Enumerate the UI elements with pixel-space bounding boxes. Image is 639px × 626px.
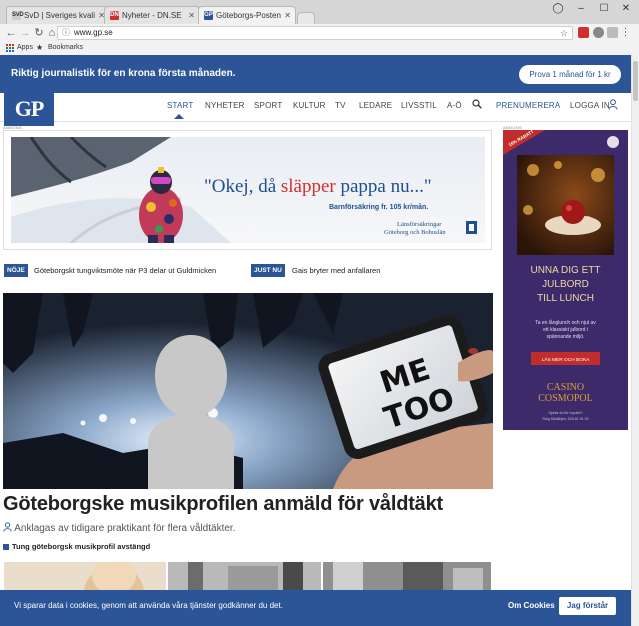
ad-brand-line2: Göteborg och Bohuslän bbox=[384, 229, 446, 236]
cookie-message: Vi sparar data i cookies, genom att anvä… bbox=[14, 601, 283, 610]
cookie-info-link[interactable]: Om Cookies bbox=[508, 601, 555, 610]
article-thumbnail[interactable] bbox=[4, 562, 166, 590]
author-icon bbox=[3, 522, 12, 532]
ad-title-line1: UNNA DIG ETT bbox=[530, 265, 600, 276]
casino-advertisement[interactable]: 15% RABATT UNNA DIG ETT JULBORD TILL LUN… bbox=[503, 130, 628, 430]
ad-brand-line1: Länsförsäkringar bbox=[397, 221, 442, 228]
tab-title: SvD | Sveriges kvalitets bbox=[24, 11, 95, 20]
hero-image[interactable]: ME TOO bbox=[3, 293, 493, 489]
ticker-headline-2[interactable]: Gais bryter med anfallaren bbox=[292, 264, 380, 277]
user-icon[interactable] bbox=[608, 99, 618, 110]
ad-title-line3: TILL LUNCH bbox=[537, 293, 594, 304]
tab-dn[interactable]: DN Nyheter - DN.SE ✕ bbox=[104, 6, 200, 24]
nav-sport[interactable]: SPORT bbox=[254, 101, 282, 110]
bookmarks-bar: Apps ★ Bookmarks bbox=[0, 42, 639, 56]
insurance-ad-image[interactable]: "Okej, då släpper pappa nu..." Barnförsä… bbox=[11, 137, 485, 243]
window-close-icon[interactable]: ✕ bbox=[615, 2, 637, 16]
tab-title: Göteborgs-Posten bbox=[216, 11, 281, 20]
bookmark-star-icon[interactable]: ☆ bbox=[560, 27, 568, 39]
active-nav-indicator bbox=[174, 114, 184, 119]
browser-tab-strip: SvD SvD | Sveriges kvalitets ✕ DN Nyhete… bbox=[0, 0, 639, 24]
article-thumbnail[interactable] bbox=[168, 562, 321, 590]
scrollbar-thumb[interactable] bbox=[633, 61, 638, 101]
apps-link[interactable]: Apps bbox=[17, 44, 33, 51]
nav-tv[interactable]: TV bbox=[335, 101, 346, 110]
promo-text: Riktig journalistik för en krona första … bbox=[11, 68, 236, 79]
promo-trial-button[interactable]: Prova 1 månad för 1 kr bbox=[519, 65, 621, 84]
extension-light-icon[interactable] bbox=[607, 27, 618, 38]
subheadline: Anklagas av tidigare praktikant för fler… bbox=[3, 522, 235, 534]
nav-ledare[interactable]: LEDARE bbox=[359, 101, 392, 110]
minimize-icon[interactable]: – bbox=[570, 2, 592, 16]
ad-headline: "Okej, då släpper pappa nu..." bbox=[204, 176, 432, 197]
forward-icon[interactable]: → bbox=[18, 26, 32, 40]
news-badge-just-nu: JUST NU bbox=[251, 264, 285, 277]
nav-start[interactable]: START bbox=[167, 101, 193, 110]
page-scrollbar[interactable] bbox=[631, 55, 639, 626]
extension-red-icon[interactable] bbox=[578, 27, 589, 38]
address-bar[interactable]: ⓘ www.gp.se ☆ bbox=[57, 26, 573, 40]
cookie-accept-button[interactable]: Jag förstår bbox=[559, 597, 616, 615]
search-icon[interactable] bbox=[472, 99, 482, 109]
main-headline[interactable]: Göteborgske musikprofilen anmäld för vål… bbox=[3, 493, 483, 516]
bookmarks-star-icon: ★ bbox=[36, 43, 44, 52]
nav-livsstil[interactable]: LIVSSTIL bbox=[401, 101, 437, 110]
ad-subline: Barnförsäkring fr. 105 kr/mån. bbox=[329, 203, 428, 211]
tab-gp[interactable]: GP Göteborgs-Posten ✕ bbox=[198, 6, 296, 24]
related-link[interactable]: Tung göteborgsk musikprofil avstängd bbox=[3, 542, 150, 551]
back-icon[interactable]: ← bbox=[4, 26, 18, 40]
nav-nyheter[interactable]: NYHETER bbox=[205, 101, 245, 110]
related-square-icon bbox=[3, 544, 9, 550]
gp-favicon-icon: GP bbox=[204, 11, 213, 20]
ad-body-line3: spännande miljö. bbox=[547, 334, 585, 340]
subscribe-link[interactable]: PRENUMERERA bbox=[496, 101, 560, 110]
nav-a-o[interactable]: A-Ö bbox=[447, 101, 462, 110]
tab-svd[interactable]: SvD SvD | Sveriges kvalitets ✕ bbox=[6, 6, 110, 24]
ad-fine-line1: Spelar du för mycket? bbox=[548, 411, 582, 415]
svd-favicon-icon: SvD bbox=[12, 11, 24, 20]
close-icon[interactable]: ✕ bbox=[188, 10, 195, 21]
login-link[interactable]: LOGGA IN bbox=[570, 101, 610, 110]
cookie-consent-bar: Vi sparar data i cookies, genom att anvä… bbox=[0, 590, 631, 626]
url-text: www.gp.se bbox=[74, 28, 113, 37]
ad-title-line2: JULBORD bbox=[542, 279, 589, 290]
bookmarks-link[interactable]: Bookmarks bbox=[48, 44, 83, 51]
ad-fine-line2: Ring Stödlinjen: 020-81 91 00 bbox=[542, 417, 588, 421]
promo-banner: Riktig journalistik för en krona första … bbox=[0, 55, 631, 93]
tab-title: Nyheter - DN.SE bbox=[122, 11, 182, 20]
news-badge-noje: NÖJE bbox=[4, 264, 28, 277]
casino-brand-line1: CASINO bbox=[547, 382, 584, 393]
casino-brand-line2: COSMOPOL bbox=[538, 393, 592, 404]
dn-favicon-icon: DN bbox=[110, 11, 119, 20]
gp-logo[interactable]: GP bbox=[4, 93, 54, 126]
article-thumbnail[interactable] bbox=[323, 562, 491, 590]
extension-grey-icon[interactable] bbox=[593, 27, 604, 38]
ad-body-line1: Ta en långlunch och njut av bbox=[535, 319, 596, 326]
ad-body-line2: ett klassiskt julbord i bbox=[543, 327, 588, 333]
subheadline-text: Anklagas av tidigare praktikant för fler… bbox=[14, 523, 236, 534]
reload-icon[interactable]: ↻ bbox=[32, 26, 46, 40]
apps-grid-icon[interactable] bbox=[6, 44, 14, 52]
related-text: Tung göteborgsk musikprofil avstängd bbox=[12, 542, 151, 551]
ad-cta-label: LÄS MER OCH BOKA bbox=[542, 356, 591, 363]
account-icon[interactable]: ◯ bbox=[547, 2, 569, 16]
menu-dots-icon[interactable]: ⋮ bbox=[620, 27, 631, 38]
new-tab-button[interactable] bbox=[297, 12, 315, 24]
ticker-headline-1[interactable]: Göteborgskt tungviktsmöte när P3 delar u… bbox=[34, 264, 216, 277]
maximize-icon[interactable]: ☐ bbox=[593, 2, 615, 16]
nav-kultur[interactable]: KULTUR bbox=[293, 101, 326, 110]
close-icon[interactable]: ✕ bbox=[284, 10, 291, 21]
site-info-icon[interactable]: ⓘ bbox=[62, 27, 70, 39]
